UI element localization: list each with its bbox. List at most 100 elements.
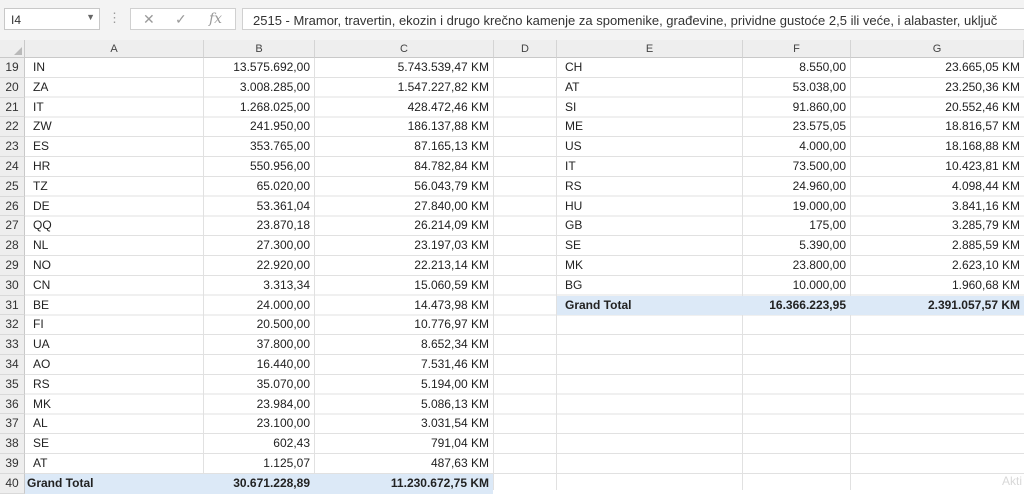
- value-cell[interactable]: 3.031,54 KM: [315, 414, 493, 434]
- value-cell[interactable]: 23.250,36 KM: [851, 78, 1024, 98]
- value-cell[interactable]: 4.098,44 KM: [851, 177, 1024, 197]
- country-cell[interactable]: TZ: [25, 177, 203, 197]
- value-cell[interactable]: 56.043,79 KM: [315, 177, 493, 197]
- value-cell[interactable]: 5.743.539,47 KM: [315, 58, 493, 78]
- row-header[interactable]: 33: [0, 335, 25, 355]
- country-cell[interactable]: HU: [557, 197, 742, 217]
- quantity-cell[interactable]: 23.575,05: [743, 117, 850, 137]
- value-cell[interactable]: 15.060,59 KM: [315, 276, 493, 296]
- quantity-cell[interactable]: 73.500,00: [743, 157, 850, 177]
- quantity-cell[interactable]: 4.000,00: [743, 137, 850, 157]
- country-cell[interactable]: NL: [25, 236, 203, 256]
- country-cell[interactable]: NO: [25, 256, 203, 276]
- value-cell[interactable]: 8.652,34 KM: [315, 335, 493, 355]
- row-header[interactable]: 19: [0, 58, 25, 78]
- value-cell[interactable]: 27.840,00 KM: [315, 197, 493, 217]
- quantity-cell[interactable]: 241.950,00: [204, 117, 314, 137]
- country-cell[interactable]: ME: [557, 117, 742, 137]
- value-cell[interactable]: 5.086,13 KM: [315, 395, 493, 415]
- quantity-cell[interactable]: 27.300,00: [204, 236, 314, 256]
- country-cell[interactable]: RS: [557, 177, 742, 197]
- quantity-cell[interactable]: 37.800,00: [204, 335, 314, 355]
- grand-total-label[interactable]: Grand Total: [557, 296, 742, 316]
- row-header[interactable]: 21: [0, 97, 25, 118]
- chevron-down-icon[interactable]: ▼: [86, 12, 95, 22]
- value-cell[interactable]: 3.285,79 KM: [851, 216, 1024, 236]
- quantity-cell[interactable]: 3.008.285,00: [204, 78, 314, 98]
- quantity-cell[interactable]: 24.960,00: [743, 177, 850, 197]
- value-cell[interactable]: 2.885,59 KM: [851, 236, 1024, 256]
- value-cell[interactable]: 2.623,10 KM: [851, 256, 1024, 276]
- row-header[interactable]: 38: [0, 434, 25, 454]
- value-cell[interactable]: 7.531,46 KM: [315, 355, 493, 375]
- column-header-c[interactable]: C: [315, 40, 494, 58]
- quantity-cell[interactable]: 23.800,00: [743, 256, 850, 276]
- formula-input[interactable]: 2515 - Mramor, travertin, ekozin i drugo…: [242, 8, 1024, 30]
- quantity-cell[interactable]: 22.920,00: [204, 256, 314, 276]
- quantity-cell[interactable]: 175,00: [743, 216, 850, 236]
- country-cell[interactable]: CH: [557, 58, 742, 78]
- quantity-cell[interactable]: 65.020,00: [204, 177, 314, 197]
- quantity-cell[interactable]: 23.100,00: [204, 414, 314, 434]
- row-header[interactable]: 28: [0, 236, 25, 256]
- country-cell[interactable]: SE: [25, 434, 203, 454]
- quantity-cell[interactable]: 53.038,00: [743, 78, 850, 98]
- row-header[interactable]: 37: [0, 414, 25, 435]
- value-cell[interactable]: 5.194,00 KM: [315, 375, 493, 395]
- country-cell[interactable]: BG: [557, 276, 742, 296]
- country-cell[interactable]: AL: [25, 414, 203, 434]
- value-cell[interactable]: 84.782,84 KM: [315, 157, 493, 177]
- quantity-cell[interactable]: 10.000,00: [743, 276, 850, 296]
- column-header-f[interactable]: F: [743, 40, 851, 58]
- quantity-cell[interactable]: 5.390,00: [743, 236, 850, 256]
- country-cell[interactable]: FI: [25, 315, 203, 335]
- quantity-cell[interactable]: 602,43: [204, 434, 314, 454]
- quantity-cell[interactable]: 1.125,07: [204, 454, 314, 474]
- value-cell[interactable]: 10.776,97 KM: [315, 315, 493, 335]
- row-header[interactable]: 40: [0, 473, 25, 494]
- grand-total-label[interactable]: Grand Total: [25, 474, 203, 494]
- quantity-cell[interactable]: 13.575.692,00: [204, 58, 314, 78]
- row-header[interactable]: 32: [0, 315, 25, 336]
- country-cell[interactable]: AO: [25, 355, 203, 375]
- value-cell[interactable]: 26.214,09 KM: [315, 216, 493, 236]
- quantity-cell[interactable]: 19.000,00: [743, 197, 850, 217]
- row-header[interactable]: 23: [0, 137, 25, 157]
- value-cell[interactable]: 1.960,68 KM: [851, 276, 1024, 296]
- quantity-cell[interactable]: 24.000,00: [204, 296, 314, 316]
- row-header[interactable]: 30: [0, 275, 25, 296]
- close-icon[interactable]: ✕: [143, 11, 155, 28]
- quantity-cell[interactable]: 1.268.025,00: [204, 98, 314, 118]
- country-cell[interactable]: RS: [25, 375, 203, 395]
- column-header-a[interactable]: A: [25, 40, 204, 58]
- row-header[interactable]: 34: [0, 355, 25, 375]
- row-header[interactable]: 25: [0, 176, 25, 197]
- row-header[interactable]: 27: [0, 216, 25, 237]
- country-cell[interactable]: IT: [557, 157, 742, 177]
- grand-total-quantity[interactable]: 16.366.223,95: [743, 296, 850, 316]
- value-cell[interactable]: 18.816,57 KM: [851, 117, 1024, 137]
- country-cell[interactable]: US: [557, 137, 742, 157]
- row-header[interactable]: 39: [0, 454, 25, 474]
- value-cell[interactable]: 87.165,13 KM: [315, 137, 493, 157]
- quantity-cell[interactable]: 91.860,00: [743, 98, 850, 118]
- column-header-b[interactable]: B: [204, 40, 315, 58]
- country-cell[interactable]: ZA: [25, 78, 203, 98]
- value-cell[interactable]: 1.547.227,82 KM: [315, 78, 493, 98]
- quantity-cell[interactable]: 550.956,00: [204, 157, 314, 177]
- quantity-cell[interactable]: 353.765,00: [204, 137, 314, 157]
- quantity-cell[interactable]: 23.870,18: [204, 216, 314, 236]
- row-header[interactable]: 24: [0, 157, 25, 177]
- column-header-d[interactable]: D: [494, 40, 557, 58]
- quantity-cell[interactable]: 20.500,00: [204, 315, 314, 335]
- value-cell[interactable]: 22.213,14 KM: [315, 256, 493, 276]
- value-cell[interactable]: 23.197,03 KM: [315, 236, 493, 256]
- insert-function-icon[interactable]: fx: [209, 11, 222, 27]
- value-cell[interactable]: 428.472,46 KM: [315, 98, 493, 118]
- country-cell[interactable]: CN: [25, 276, 203, 296]
- quantity-cell[interactable]: 23.984,00: [204, 395, 314, 415]
- country-cell[interactable]: IT: [25, 98, 203, 118]
- row-header[interactable]: 36: [0, 394, 25, 415]
- row-header[interactable]: 22: [0, 117, 25, 138]
- country-cell[interactable]: BE: [25, 296, 203, 316]
